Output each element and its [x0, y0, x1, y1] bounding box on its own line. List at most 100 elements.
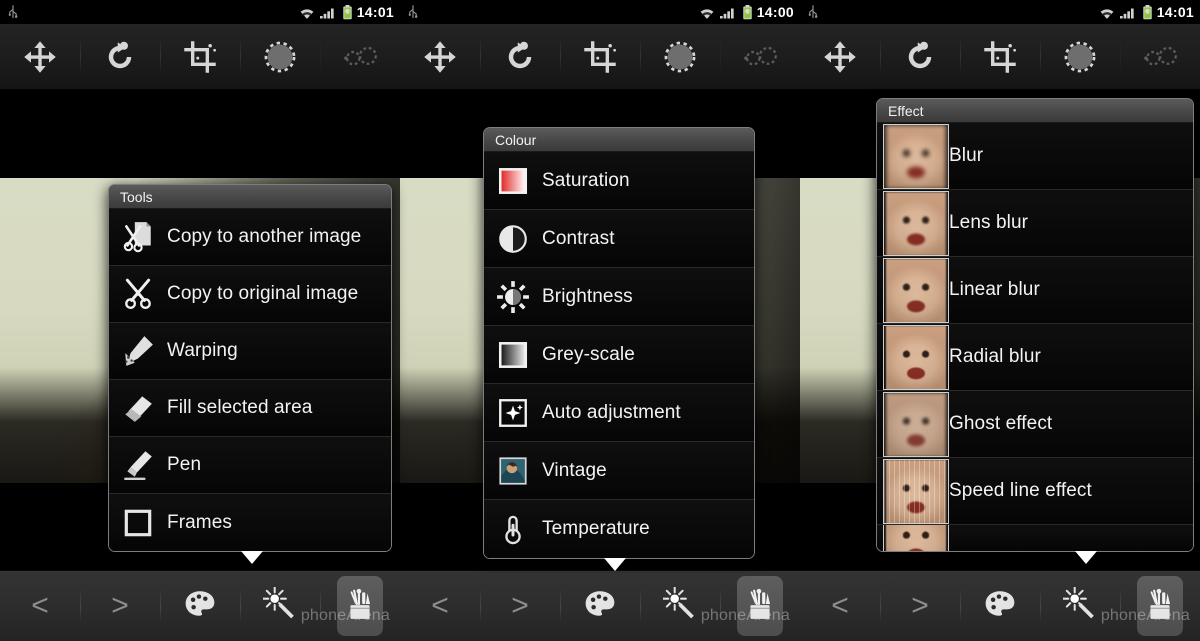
magic-select-tool[interactable]	[1120, 24, 1200, 89]
thumbnail-sheen	[884, 393, 948, 456]
menu-item[interactable]: Speed line effect	[877, 458, 1193, 525]
selection-tool[interactable]	[1040, 24, 1120, 89]
magic-wand-icon	[663, 587, 697, 626]
undo-button[interactable]: <	[800, 571, 880, 641]
menu-item-label: Ghost effect	[949, 413, 1052, 435]
menu-item-label: Grey-scale	[542, 344, 635, 366]
magic-select-icon	[1142, 39, 1178, 75]
menu-item[interactable]: Lens blur	[877, 190, 1193, 257]
crop-tool[interactable]	[560, 24, 640, 89]
rotate-tool[interactable]	[480, 24, 560, 89]
tools-button[interactable]	[720, 571, 800, 641]
magic-wand-icon	[263, 587, 297, 626]
menu-item[interactable]: Warping	[109, 323, 391, 380]
menu-item[interactable]: Linear blur	[877, 257, 1193, 324]
menu-item[interactable]: Ghost effect	[877, 391, 1193, 458]
tools-button[interactable]	[1120, 571, 1200, 641]
menu-item[interactable]: Vintage	[484, 442, 754, 500]
effect-thumbnail	[883, 459, 949, 524]
popup-menu-tools: ToolsCopy to another imageCopy to origin…	[108, 184, 392, 552]
status-left	[406, 5, 416, 19]
colour-button[interactable]	[560, 571, 640, 641]
menu-item[interactable]: Contrast	[484, 210, 754, 268]
effect-button[interactable]	[640, 571, 720, 641]
auto-adjust-sparkle-icon	[484, 396, 542, 430]
status-bar: 14:00	[400, 0, 800, 24]
menu-item[interactable]: Temperature	[484, 500, 754, 558]
menu-item[interactable]: Saturation	[484, 152, 754, 210]
dashed-circle-icon	[262, 39, 298, 75]
menu-item-icon	[877, 459, 949, 524]
move-tool[interactable]	[0, 24, 80, 89]
crop-tool[interactable]	[960, 24, 1040, 89]
colour-button[interactable]	[160, 571, 240, 641]
usb-icon	[806, 5, 816, 19]
menu-item[interactable]: Grey-scale	[484, 326, 754, 384]
move-arrows-icon	[22, 39, 58, 75]
move-tool[interactable]	[800, 24, 880, 89]
redo-button[interactable]: >	[480, 571, 560, 641]
effect-button[interactable]	[1040, 571, 1120, 641]
menu-item-icon	[877, 392, 949, 457]
brightness-sun-icon	[484, 280, 542, 314]
effect-thumbnail	[883, 525, 949, 551]
signal-bars-icon	[720, 6, 734, 18]
selection-tool[interactable]	[240, 24, 320, 89]
effect-button[interactable]	[240, 571, 320, 641]
top-toolbar	[800, 24, 1200, 90]
menu-item-icon	[877, 124, 949, 189]
screenshot-root: 14:01<>phoneArena14:00<>phoneArena14:01<…	[0, 0, 1200, 641]
palette-icon	[983, 587, 1017, 626]
menu-item[interactable]: Pen	[109, 437, 391, 494]
menu-item[interactable]	[877, 525, 1193, 551]
menu-title-effect: Effect	[877, 99, 1193, 123]
effect-thumbnail	[883, 191, 949, 256]
tools-button[interactable]	[320, 571, 400, 641]
menu-item[interactable]: Radial blur	[877, 324, 1193, 391]
menu-item[interactable]: Fill selected area	[109, 380, 391, 437]
rotate-icon	[102, 39, 138, 75]
menu-item-label: Fill selected area	[167, 397, 312, 419]
status-clock: 14:00	[757, 4, 794, 20]
thumbnail-sheen	[884, 525, 948, 551]
menu-item[interactable]: Auto adjustment	[484, 384, 754, 442]
move-tool[interactable]	[400, 24, 480, 89]
thumbnail-sheen	[884, 192, 948, 255]
status-right: 14:01	[1099, 4, 1194, 20]
menu-item-label: Linear blur	[949, 279, 1040, 301]
thumbnail-sheen	[884, 125, 948, 188]
active-button-highlight	[737, 576, 783, 636]
undo-button[interactable]: <	[0, 571, 80, 641]
menu-item-label: Copy to original image	[167, 283, 358, 305]
tools-cup-icon	[743, 587, 777, 626]
undo-button[interactable]: <	[400, 571, 480, 641]
crop-icon	[582, 39, 618, 75]
chevron-left-icon: <	[831, 591, 849, 621]
thermometer-icon	[484, 512, 542, 546]
status-right: 14:00	[699, 4, 794, 20]
bottom-toolbar: <>phoneArena	[0, 570, 400, 641]
menu-item[interactable]: Frames	[109, 494, 391, 551]
crop-icon	[182, 39, 218, 75]
menu-item[interactable]: Copy to original image	[109, 266, 391, 323]
wifi-icon	[699, 6, 714, 18]
selection-tool[interactable]	[640, 24, 720, 89]
battery-icon	[1140, 5, 1151, 20]
effect-thumbnail	[883, 124, 949, 189]
chevron-right-icon: >	[511, 591, 529, 621]
magic-select-icon	[342, 39, 378, 75]
rotate-tool[interactable]	[80, 24, 160, 89]
colour-button[interactable]	[960, 571, 1040, 641]
menu-item[interactable]: Copy to another image	[109, 209, 391, 266]
redo-button[interactable]: >	[880, 571, 960, 641]
menu-item[interactable]: Blur	[877, 123, 1193, 190]
redo-button[interactable]: >	[80, 571, 160, 641]
menu-item[interactable]: Brightness	[484, 268, 754, 326]
menu-item-label: Auto adjustment	[542, 402, 681, 424]
magic-select-tool[interactable]	[320, 24, 400, 89]
menu-title-colour: Colour	[484, 128, 754, 152]
rotate-tool[interactable]	[880, 24, 960, 89]
menu-pointer-arrow	[241, 551, 263, 564]
magic-select-tool[interactable]	[720, 24, 800, 89]
crop-tool[interactable]	[160, 24, 240, 89]
